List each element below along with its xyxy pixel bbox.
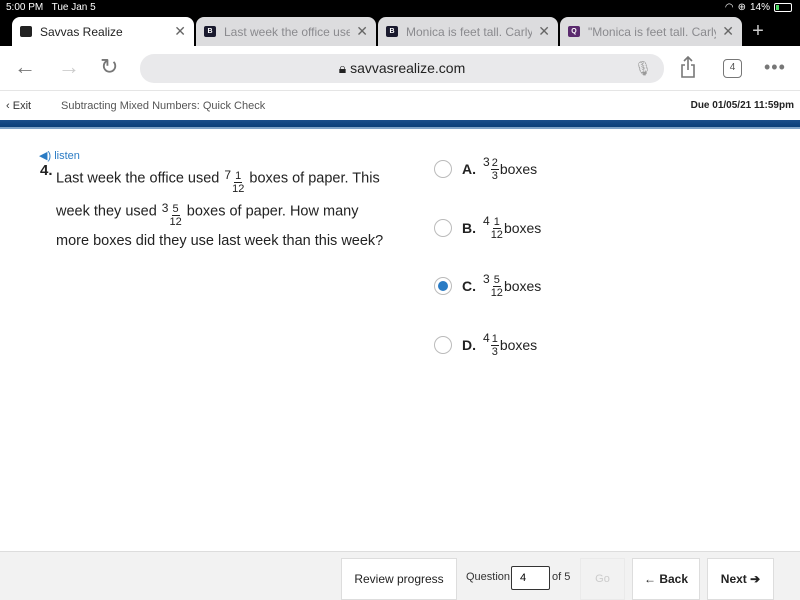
back-button[interactable]: ← Back [632, 558, 700, 600]
url-text: savvasrealize.com [350, 60, 466, 76]
share-icon[interactable] [680, 56, 696, 78]
option-a[interactable]: A. 323 boxes [434, 155, 537, 182]
url-bar[interactable]: 🔒︎ savvasrealize.com 🎙︎ [140, 54, 664, 83]
tab-bar: Savvas Realize ✕ B Last week the office … [0, 17, 800, 46]
more-icon[interactable]: ••• [764, 57, 786, 78]
forward-arrow-icon[interactable]: → [58, 54, 80, 80]
listen-button[interactable]: ◀) listen [39, 149, 80, 162]
tab-monica-2[interactable]: Q "Monica is feet tall. Carly ✕ [560, 17, 742, 46]
microphone-icon[interactable]: 🎙︎ [634, 54, 652, 83]
status-time: 5:00 PM Tue Jan 5 [6, 2, 96, 13]
brainly-favicon-icon: B [386, 26, 398, 37]
wifi-icon: ◠ [724, 2, 734, 13]
next-button[interactable]: Next ➔ [707, 558, 774, 600]
option-b[interactable]: B. 4 1 12 boxes [434, 214, 541, 241]
battery-icon [774, 3, 792, 12]
quizlet-favicon-icon: Q [568, 26, 580, 37]
question-text: Last week the office used 7 1 12 boxes of… [56, 162, 386, 254]
option-c[interactable]: C. 3 5 12 boxes [434, 272, 541, 299]
status-bar: 5:00 PM Tue Jan 5 ◠ ⊕ 14% [0, 0, 800, 17]
reload-icon[interactable]: ↻ [100, 54, 118, 80]
review-progress-button[interactable]: Review progress [341, 558, 457, 600]
tab-monica-1[interactable]: B Monica is feet tall. Carly is ✕ [378, 17, 558, 46]
tab-savvas-realize[interactable]: Savvas Realize ✕ [12, 17, 194, 46]
tab-last-week[interactable]: B Last week the office used ✕ [196, 17, 376, 46]
tab-count-button[interactable]: 4 [723, 59, 742, 78]
brainly-favicon-icon: B [204, 26, 216, 37]
exit-button[interactable]: ‹ Exit [6, 100, 31, 112]
speaker-icon: ◀) [39, 150, 52, 162]
radio-button[interactable] [434, 335, 452, 354]
go-button[interactable]: Go [580, 558, 625, 600]
footer-bar: Review progress Question of 5 Go ← Back … [0, 551, 800, 600]
close-icon[interactable]: ✕ [722, 23, 734, 40]
orientation-lock-icon: ⊕ [737, 2, 746, 13]
close-icon[interactable]: ✕ [538, 23, 550, 40]
radio-button[interactable] [434, 159, 452, 178]
page-title: Subtracting Mixed Numbers: Quick Check [61, 100, 266, 112]
due-date: Due 01/05/21 11:59pm [690, 100, 794, 111]
close-icon[interactable]: ✕ [174, 23, 186, 40]
option-d[interactable]: D. 413 boxes [434, 331, 537, 358]
radio-button[interactable] [434, 218, 452, 237]
lock-icon: 🔒︎ [338, 60, 347, 76]
question-number-input[interactable] [511, 566, 550, 590]
app-header: ‹ Exit Subtracting Mixed Numbers: Quick … [0, 92, 800, 120]
close-icon[interactable]: ✕ [356, 23, 368, 40]
header-band [0, 120, 800, 129]
question-number: 4. [40, 162, 53, 179]
browser-toolbar: ← → ↻ 🔒︎ savvasrealize.com 🎙︎ 4 ••• [0, 46, 800, 91]
radio-button-selected[interactable] [434, 276, 452, 295]
new-tab-button[interactable]: + [748, 17, 768, 46]
savvas-favicon-icon [20, 26, 32, 37]
question-total: of 5 [552, 571, 571, 583]
question-label: Question [466, 571, 511, 583]
mixed-number: 3 5 12 [161, 201, 182, 228]
mixed-number: 7 1 12 [224, 168, 245, 195]
back-arrow-icon[interactable]: ← [14, 54, 36, 80]
battery-percent: 14% [749, 2, 770, 13]
chevron-left-icon: ‹ [6, 100, 10, 112]
